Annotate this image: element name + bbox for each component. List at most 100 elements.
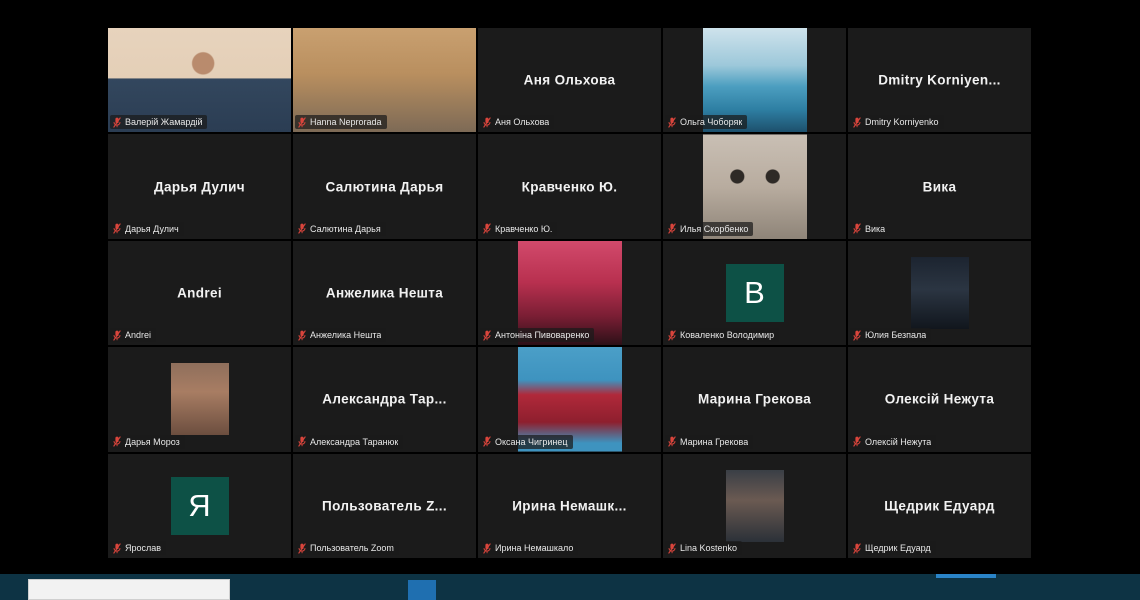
participant-tile[interactable]: Вика Вика bbox=[848, 134, 1031, 239]
participant-tile[interactable]: Антоніна Пивоваренко bbox=[478, 240, 661, 346]
participant-name-label: Ольга Чоборяк bbox=[680, 117, 743, 128]
participant-tile[interactable]: Оксана Чигринец bbox=[478, 347, 661, 452]
participant-tile[interactable]: Ольга Чоборяк bbox=[663, 28, 846, 133]
participant-tile[interactable]: В Коваленко Володимир bbox=[663, 240, 846, 346]
microphone-muted-icon bbox=[668, 223, 676, 235]
microphone-muted-icon bbox=[853, 117, 861, 128]
participant-name-label: Дарья Дулич bbox=[125, 223, 179, 234]
participant-display-name: Andrei bbox=[177, 285, 222, 301]
participant-name-bar: Оксана Чигринец bbox=[480, 434, 573, 449]
microphone-muted-icon bbox=[853, 329, 861, 341]
participant-name-bar: Щедрик Едуард bbox=[850, 541, 936, 555]
participant-display-name: Ирина Немашк... bbox=[512, 498, 627, 514]
microphone-muted-icon bbox=[113, 542, 121, 554]
participant-name-label: Александра Таранюк bbox=[310, 436, 399, 447]
microphone-muted-icon bbox=[298, 329, 306, 341]
participant-tile[interactable]: Andrei Andrei bbox=[108, 240, 291, 346]
microphone-muted-icon bbox=[853, 223, 861, 235]
participant-tile[interactable]: Анжелика Нешта Анжелика Нешта bbox=[293, 240, 476, 346]
participant-tile[interactable]: Dmitry Korniyen... Dmitry Korniyenko bbox=[848, 28, 1031, 133]
microphone-muted-icon bbox=[113, 223, 121, 235]
participant-tile[interactable]: Юлия Безпала bbox=[848, 240, 1031, 346]
participant-tile[interactable]: Дарья Мороз bbox=[108, 347, 291, 452]
participant-name-label: Юлия Безпала bbox=[865, 330, 927, 341]
participant-display-name: Вика bbox=[922, 179, 957, 195]
participant-name-bar: Hanna Neprorada bbox=[295, 115, 387, 130]
participant-name-label: Анжелика Нешта bbox=[310, 330, 382, 341]
microphone-muted-icon bbox=[668, 542, 676, 554]
participant-name-label: Dmitry Korniyenko bbox=[865, 117, 939, 128]
participant-name-bar: Салютина Дарья bbox=[295, 221, 386, 236]
participant-name-bar: Кравченко Ю. bbox=[480, 221, 558, 236]
participant-name-bar: Антоніна Пивоваренко bbox=[480, 328, 595, 343]
microphone-muted-icon bbox=[298, 117, 306, 128]
participant-display-name: Пользователь Z... bbox=[322, 498, 447, 514]
participant-tile[interactable]: Аня Ольхова Аня Ольхова bbox=[478, 28, 661, 133]
participant-display-name: Анжелика Нешта bbox=[325, 285, 444, 301]
participant-name-label: Илья Скорбенко bbox=[680, 223, 749, 234]
image-content bbox=[725, 469, 784, 542]
participant-name-label: Hanna Neprorada bbox=[310, 117, 382, 128]
profile-picture bbox=[725, 469, 784, 542]
participant-name-label: Ярослав bbox=[125, 543, 162, 553]
microphone-muted-icon bbox=[298, 436, 306, 447]
image-content bbox=[910, 256, 969, 329]
participant-name-label: Валерій Жамардій bbox=[125, 117, 203, 128]
participant-name-bar: Валерій Жамардій bbox=[110, 115, 208, 130]
microphone-muted-icon bbox=[483, 436, 491, 447]
participant-tile[interactable]: Кравченко Ю. Кравченко Ю. bbox=[478, 134, 661, 239]
microphone-muted-icon bbox=[668, 117, 676, 128]
participant-tile[interactable]: Ирина Немашк... Ирина Немашкало bbox=[478, 453, 661, 558]
participant-tile[interactable]: Щедрик Едуард Щедрик Едуард bbox=[848, 453, 1031, 558]
participant-name-bar: Марина Грекова bbox=[665, 434, 754, 449]
participant-name-bar: Аня Ольхова bbox=[480, 115, 555, 130]
participant-name-bar: Ярослав bbox=[110, 541, 167, 555]
microphone-muted-icon bbox=[853, 436, 861, 447]
participant-name-bar: Вика bbox=[850, 221, 891, 236]
participant-tile[interactable]: Дарья Дулич Дарья Дулич bbox=[108, 134, 291, 239]
taskbar-indicator bbox=[936, 574, 996, 578]
participant-name-label: Щедрик Едуард bbox=[865, 543, 931, 553]
participant-tile[interactable]: Александра Тар... Александра Таранюк bbox=[293, 347, 476, 452]
profile-picture bbox=[170, 363, 229, 436]
participant-tile[interactable]: Валерій Жамардій bbox=[108, 28, 291, 133]
participant-name-label: Аня Ольхова bbox=[495, 117, 550, 128]
participant-name-label: Коваленко Володимир bbox=[680, 330, 775, 341]
participant-name-bar: Анжелика Нешта bbox=[295, 328, 387, 343]
participant-name-bar: Александра Таранюк bbox=[295, 434, 404, 449]
participant-tile[interactable]: Hanna Neprorada bbox=[293, 28, 476, 133]
participant-tile[interactable]: Я Ярослав bbox=[108, 453, 291, 558]
participant-name-bar: Дарья Дулич bbox=[110, 221, 184, 236]
microphone-muted-icon bbox=[483, 117, 491, 128]
participant-tile[interactable]: Марина Грекова Марина Грекова bbox=[663, 347, 846, 452]
participant-name-label: Дарья Мороз bbox=[125, 436, 180, 447]
microphone-muted-icon bbox=[113, 329, 121, 341]
avatar: Я bbox=[170, 476, 229, 535]
microphone-muted-icon bbox=[483, 542, 491, 554]
microphone-muted-icon bbox=[113, 436, 121, 447]
participant-name-label: Пользователь Zoom bbox=[310, 543, 394, 553]
participant-name-bar: Пользователь Zoom bbox=[295, 541, 399, 555]
participant-name-bar: Andrei bbox=[110, 328, 157, 343]
microphone-muted-icon bbox=[298, 542, 306, 554]
participant-name-bar: Ирина Немашкало bbox=[480, 541, 579, 555]
participant-name-label: Ирина Немашкало bbox=[495, 543, 574, 553]
participant-tile[interactable]: Олексій Нежута Олексій Нежута bbox=[848, 347, 1031, 452]
taskbar-window-button[interactable] bbox=[28, 579, 230, 600]
participant-tile[interactable]: Салютина Дарья Салютина Дарья bbox=[293, 134, 476, 239]
participant-name-bar: Илья Скорбенко bbox=[665, 221, 754, 236]
participant-name-label: Andrei bbox=[125, 330, 152, 341]
os-taskbar[interactable] bbox=[0, 574, 1140, 600]
participant-tile[interactable]: Lina Kostenko bbox=[663, 453, 846, 558]
participant-tile[interactable]: Илья Скорбенко bbox=[663, 134, 846, 239]
microphone-muted-icon bbox=[668, 329, 676, 341]
participant-display-name: Щедрик Едуард bbox=[884, 498, 995, 514]
taskbar-app-button[interactable] bbox=[408, 580, 436, 600]
participant-grid: Валерій Жамардій Hanna Neprorada Аня Ольхо… bbox=[108, 28, 1031, 558]
participant-display-name: Аня Ольхова bbox=[523, 72, 616, 88]
participant-name-label: Кравченко Ю. bbox=[495, 223, 553, 234]
participant-tile[interactable]: Пользователь Z... Пользователь Zoom bbox=[293, 453, 476, 558]
participant-name-bar: Dmitry Korniyenko bbox=[850, 115, 944, 130]
profile-picture bbox=[910, 256, 969, 329]
participant-name-label: Антоніна Пивоваренко bbox=[495, 330, 590, 341]
